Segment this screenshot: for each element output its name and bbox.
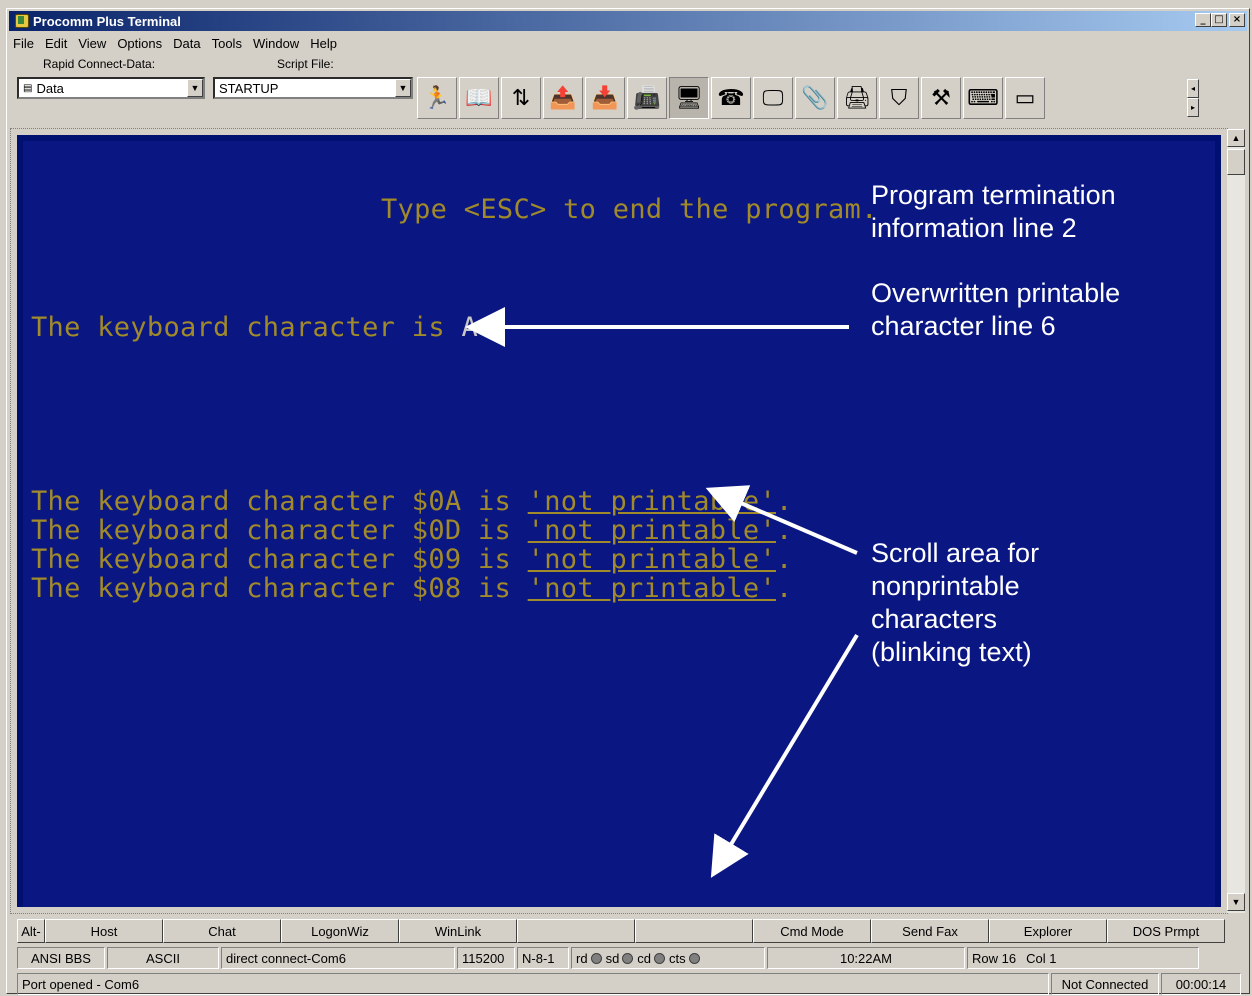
send-fax-button[interactable]: Send Fax [871, 919, 989, 943]
hangup-phone-icon[interactable]: ☎ [711, 77, 751, 119]
toolbar-icons: 🏃 📖 ⇅ 📤 📥 📠 🖥 ☎ 🖵 📎 🖨 ⛉ ⚒ ⌨ ▭ [417, 77, 1045, 119]
modem-leds: rd sd cd cts [571, 947, 765, 969]
send-file-icon[interactable]: 📤 [543, 77, 583, 119]
user-tools-icon[interactable]: ⌨ [963, 77, 1003, 119]
printer-icon[interactable]: 🖨 [837, 77, 877, 119]
menu-options[interactable]: Options [117, 36, 162, 51]
terminal-screen[interactable]: Type <ESC> to end the program. The keybo… [23, 141, 1215, 907]
host-button[interactable]: Host [45, 919, 163, 943]
tools-icon[interactable]: ⚒ [921, 77, 961, 119]
empty-button-2[interactable] [635, 919, 753, 943]
menu-tools[interactable]: Tools [212, 36, 242, 51]
logonwiz-button[interactable]: LogonWiz [281, 919, 399, 943]
led-sd-label: sd [605, 950, 620, 966]
cmd-mode-button[interactable]: Cmd Mode [753, 919, 871, 943]
menu-window[interactable]: Window [253, 36, 299, 51]
port-message: Port opened - Com6 [17, 973, 1049, 995]
rapid-connect-value: Data [36, 80, 64, 96]
alt-button[interactable]: Alt- [17, 919, 45, 943]
terminal-frame: Type <ESC> to end the program. The keybo… [10, 128, 1228, 914]
empty-button-1[interactable] [517, 919, 635, 943]
menu-bar: File Edit View Options Data Tools Window… [9, 33, 1247, 53]
capture-icon[interactable]: ⛉ [879, 77, 919, 119]
chat-button[interactable]: Chat [163, 919, 281, 943]
vertical-scrollbar[interactable]: ▲ ▼ [1227, 129, 1245, 913]
script-file-label: Script File: [277, 57, 334, 71]
toolbar-scroller[interactable]: ◂ ▸ [1187, 79, 1199, 119]
led-cts-icon [688, 952, 700, 964]
status-bar: ANSI BBS ASCII direct connect-Com6 11520… [17, 947, 1247, 969]
script-file-value: STARTUP [219, 80, 279, 96]
rapid-connect-label: Rapid Connect-Data: [43, 57, 156, 71]
toolbar: Rapid Connect-Data: ▤ Data ▼ Script File… [9, 55, 1247, 127]
menu-help[interactable]: Help [310, 36, 337, 51]
led-rd-icon [590, 952, 602, 964]
menu-data[interactable]: Data [173, 36, 200, 51]
monitor-icon[interactable]: 🖵 [753, 77, 793, 119]
led-sd-icon [622, 952, 634, 964]
minimize-button[interactable]: _ [1195, 13, 1211, 27]
procomm-app-icon [13, 13, 29, 29]
emulation-status[interactable]: ANSI BBS [17, 947, 105, 969]
led-cts-label: cts [669, 950, 686, 966]
data-entry-icon: ▤ [23, 82, 33, 94]
message-bar: Port opened - Com6 Not Connected 00:00:1… [17, 973, 1247, 995]
transfer-protocol-status[interactable]: ASCII [107, 947, 219, 969]
receive-file-icon[interactable]: 📥 [585, 77, 625, 119]
clock-status: 10:22AM [767, 947, 965, 969]
col-status: Col 1 [1026, 950, 1057, 966]
connection-state: Not Connected [1051, 973, 1159, 995]
cursor-position-status: Row 16 Col 1 [967, 947, 1199, 969]
led-cd-label: cd [637, 950, 652, 966]
annotation-arrows [465, 307, 859, 878]
arrow-to-scroll-top [705, 485, 858, 555]
baud-rate-status[interactable]: 115200 [457, 947, 515, 969]
menu-view[interactable]: View [78, 36, 106, 51]
toolbar-scroll-right-icon[interactable]: ▸ [1187, 98, 1199, 117]
scroll-up-icon[interactable]: ▲ [1227, 129, 1245, 147]
rapid-connect-select[interactable]: ▤ Data ▼ [17, 77, 205, 99]
row-status: Row 16 [972, 950, 1017, 966]
toolbar-scroll-left-icon[interactable]: ◂ [1187, 79, 1199, 98]
terminal-icon[interactable]: 🖥 [669, 77, 709, 119]
script-file-select[interactable]: STARTUP ▼ [213, 77, 413, 99]
elapsed-time: 00:00:14 [1161, 973, 1241, 995]
led-rd-label: rd [576, 950, 588, 966]
dos-prompt-button[interactable]: DOS Prmpt [1107, 919, 1225, 943]
explorer-button[interactable]: Explorer [989, 919, 1107, 943]
mode-icon[interactable]: ⇅ [501, 77, 541, 119]
connection-status[interactable]: direct connect-Com6 [221, 947, 455, 969]
menu-file[interactable]: File [13, 36, 34, 51]
winlink-button[interactable]: WinLink [399, 919, 517, 943]
title-bar: Procomm Plus Terminal _ □ × [9, 11, 1247, 31]
led-cd-icon [654, 952, 666, 964]
keyboard-icon[interactable]: ▭ [1005, 77, 1045, 119]
clipboard-icon[interactable]: 📎 [795, 77, 835, 119]
scroll-down-icon[interactable]: ▼ [1227, 893, 1245, 911]
chevron-down-icon[interactable]: ▼ [187, 79, 203, 97]
run-script-icon[interactable]: 🏃 [417, 77, 457, 119]
phonebook-icon[interactable]: 📖 [459, 77, 499, 119]
app-window: Procomm Plus Terminal _ □ × File Edit Vi… [6, 8, 1250, 995]
scroll-thumb[interactable] [1227, 149, 1245, 175]
menu-edit[interactable]: Edit [45, 36, 67, 51]
fax-icon[interactable]: 📠 [627, 77, 667, 119]
parity-status[interactable]: N-8-1 [517, 947, 569, 969]
close-button[interactable]: × [1229, 13, 1245, 27]
arrow-to-scroll-bottom [710, 633, 859, 878]
action-button-bar: Alt- Host Chat LogonWiz WinLink Cmd Mode… [17, 919, 1247, 943]
chevron-down-icon[interactable]: ▼ [395, 79, 411, 97]
window-title: Procomm Plus Terminal [33, 13, 181, 29]
maximize-button[interactable]: □ [1211, 13, 1227, 27]
